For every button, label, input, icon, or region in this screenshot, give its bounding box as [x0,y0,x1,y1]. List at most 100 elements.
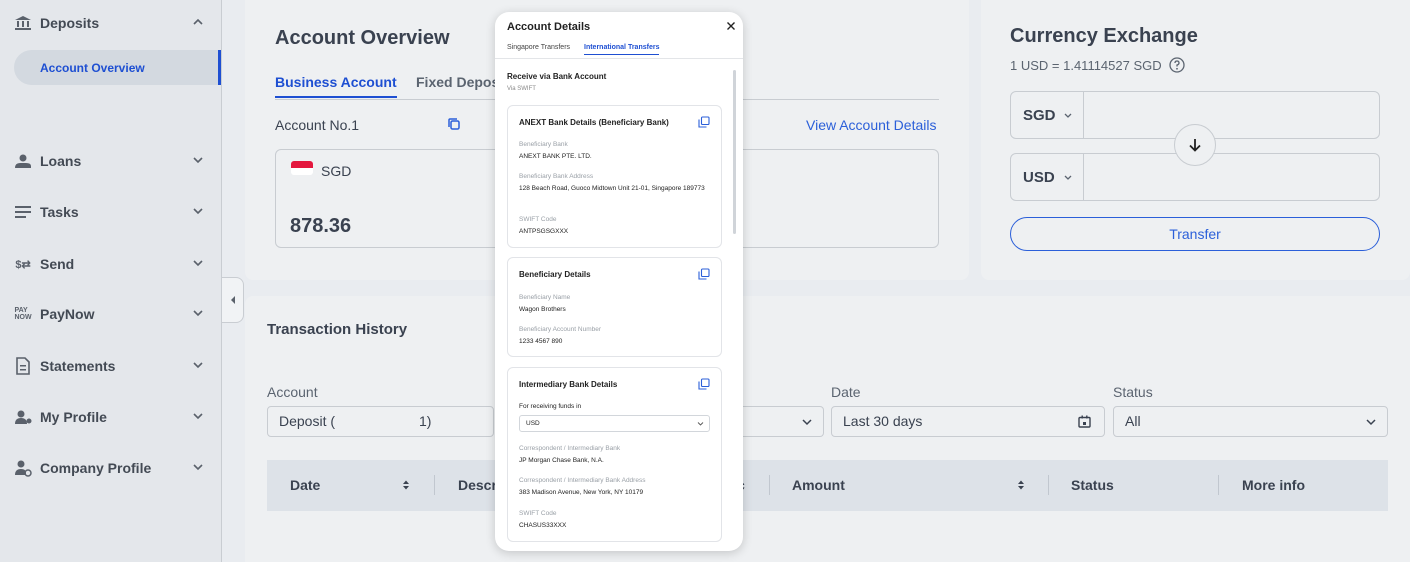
receiving-currency-value: USD [526,420,540,427]
close-icon[interactable] [725,20,737,32]
account-filter-value-tail: 1) [419,413,432,429]
field-label: SWIFT Code [519,216,557,223]
field-value: 128 Beach Road, Guoco Midtown Unit 21-01… [519,185,705,192]
sidebar-item-loans[interactable]: Loans [14,146,210,176]
sidebar-item-label: Send [40,256,75,272]
arrow-down-icon [1189,139,1201,152]
receiving-currency-select[interactable]: USD [519,415,710,432]
account-filter-value: Deposit ( [279,413,336,429]
caret-left-icon [230,296,235,304]
tab-business-account[interactable]: Business Account [275,74,397,98]
sidebar-collapse-button[interactable] [222,277,244,323]
modal-scrollbar[interactable] [733,70,736,234]
page-title: Account Overview [275,27,450,49]
user-icon [14,408,32,426]
sidebar-item-paynow[interactable]: PAY NOW PayNow [14,299,210,329]
sort-icon[interactable] [402,479,410,491]
sidebar-item-label: My Profile [40,409,107,425]
chevron-down-icon [802,419,812,426]
copy-icon[interactable] [698,378,710,390]
date-filter-label: Date [831,384,861,400]
copy-icon[interactable] [698,116,710,128]
tab-singapore-transfers[interactable]: Singapore Transfers [507,44,570,51]
sidebar-item-label: Company Profile [40,460,152,476]
sidebar-item-send[interactable]: $⇄ Send [14,249,210,279]
field-label: Beneficiary Bank [519,141,568,148]
chevron-down-icon [1064,113,1072,118]
card-title: Intermediary Bank Details [519,380,618,389]
view-account-details-link[interactable]: View Account Details [806,117,936,133]
field-value: Wagon Brothers [519,306,566,313]
field-label: Beneficiary Name [519,294,571,301]
column-header-status[interactable]: Status [1071,477,1114,493]
chevron-down-icon [193,208,203,215]
paynow-icon: PAY NOW [14,307,32,321]
company-user-icon [14,459,32,477]
sort-icon[interactable] [1017,479,1025,491]
date-filter-value: Last 30 days [843,413,923,429]
sidebar-item-label: Loans [40,153,82,169]
swap-currency-button[interactable] [1174,124,1216,166]
sidebar-item-account-overview[interactable]: Account Overview [14,50,221,85]
status-filter-select[interactable]: All [1113,406,1388,437]
transfer-button[interactable]: Transfer [1010,217,1380,251]
sidebar-item-label: Statements [40,358,116,374]
beneficiary-bank-card: ANEXT Bank Details (Beneficiary Bank) Be… [507,105,722,248]
tab-fixed-deposit[interactable]: Fixed Deposi [416,74,503,90]
sidebar: Deposits Account Overview Loans Tasks $⇄… [0,0,222,562]
account-filter-select[interactable]: Deposit ( 1) [267,406,494,437]
type-filter-select[interactable] [743,406,824,437]
field-value: 383 Madison Avenue, New York, NY 10179 [519,489,644,496]
chevron-down-icon [697,422,704,426]
chevron-down-icon [193,310,203,317]
sidebar-item-deposits[interactable]: Deposits [14,8,210,38]
section-subtitle: Via SWIFT [507,86,536,92]
transactions-table-header: Date Descri c Amount Status More info [267,460,1388,511]
column-separator [434,475,435,495]
sidebar-item-company-profile[interactable]: Company Profile [14,453,210,483]
sidebar-item-label: Deposits [40,15,100,31]
column-separator [1218,475,1219,495]
exchange-rate: 1 USD = 1.41114527 SGD [1010,57,1185,73]
date-filter-input[interactable]: Last 30 days [831,406,1105,437]
copy-icon[interactable] [698,268,710,280]
field-value: ANTPSGSGXXX [519,228,569,235]
tab-international-transfers[interactable]: International Transfers [584,44,660,55]
chevron-down-icon [193,157,203,164]
field-value: CHASUS33XXX [519,522,567,529]
chevron-up-icon [193,18,203,25]
column-header-date[interactable]: Date [290,477,320,493]
column-separator [769,475,770,495]
sidebar-item-label: Tasks [40,204,79,220]
column-separator [1048,475,1049,495]
loan-icon [14,152,32,170]
field-label: Correspondent / Intermediary Bank Addres… [519,477,646,484]
calendar-icon [1078,415,1091,428]
chevron-down-icon [193,362,203,369]
sidebar-item-statements[interactable]: Statements [14,351,210,381]
beneficiary-details-card: Beneficiary Details Beneficiary Name Wag… [507,257,722,357]
modal-title: Account Details [507,21,591,33]
from-currency-select[interactable]: SGD [1023,107,1056,124]
copy-icon[interactable] [447,117,461,131]
sidebar-item-my-profile[interactable]: My Profile [14,402,210,432]
account-filter-label: Account [267,384,318,400]
field-label: SWIFT Code [519,510,557,517]
modal-divider [495,58,743,59]
column-header-more-info: More info [1242,477,1305,493]
chevron-down-icon [193,260,203,267]
sidebar-item-tasks[interactable]: Tasks [14,197,210,227]
field-label: Beneficiary Bank Address [519,173,594,180]
balance-amount: 878.36 [290,215,352,237]
status-filter-value: All [1125,413,1141,429]
account-details-modal: Account Details Singapore Transfers Inte… [495,12,743,551]
to-currency-select[interactable]: USD [1023,169,1055,186]
sidebar-item-label: PayNow [40,306,95,322]
chevron-down-icon [193,413,203,420]
help-icon[interactable] [1169,57,1185,73]
select-label: For receiving funds in [519,403,582,410]
chevron-down-icon [1064,175,1072,180]
chevron-down-icon [193,464,203,471]
column-header-amount[interactable]: Amount [792,477,845,493]
transaction-history-title: Transaction History [267,321,408,338]
